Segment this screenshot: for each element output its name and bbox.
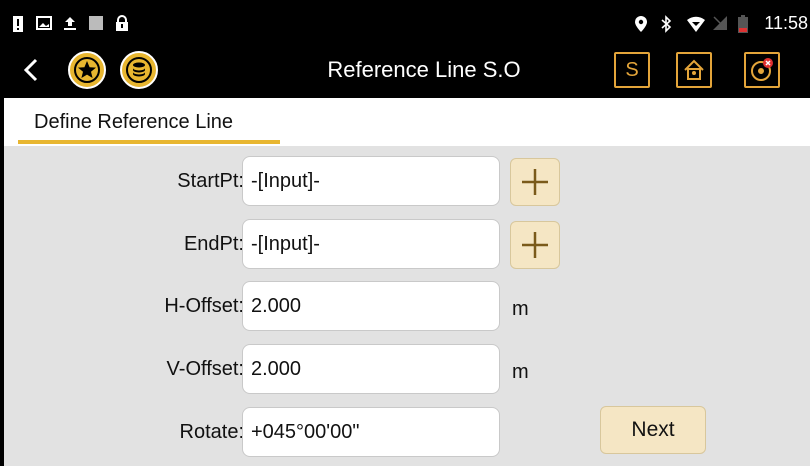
home-button[interactable] <box>676 52 712 88</box>
bluetooth-icon <box>660 15 676 33</box>
plus-icon <box>522 169 548 195</box>
alert-icon <box>10 15 26 32</box>
lock-icon <box>114 15 130 31</box>
page-title: Reference Line S.O <box>327 57 521 82</box>
image-icon <box>36 15 52 31</box>
target-button[interactable] <box>744 52 780 88</box>
chevron-left-icon <box>23 58 38 82</box>
target-icon <box>751 58 773 81</box>
v-offset-label: V-Offset: <box>166 358 244 380</box>
endpt-label: EndPt: <box>183 233 244 255</box>
v-offset-input[interactable]: 2.000 <box>242 344 500 394</box>
tab-define-reference-line[interactable]: Define Reference Line <box>18 98 280 146</box>
upload-icon <box>62 15 78 31</box>
s-button[interactable]: S <box>614 52 650 88</box>
endpt-add-button[interactable] <box>510 221 560 269</box>
square-icon <box>88 15 104 31</box>
battery-low-icon <box>738 15 754 33</box>
database-button[interactable] <box>120 51 158 89</box>
star-icon <box>74 57 100 83</box>
back-button[interactable] <box>18 54 46 86</box>
app-bar: Reference Line S.O S <box>4 42 810 98</box>
wifi-icon <box>686 15 706 32</box>
tab-strip: Define Reference Line <box>4 98 810 146</box>
location-icon <box>634 15 650 32</box>
v-offset-unit: m <box>512 361 529 383</box>
content-panel: Define Reference Line StartPt: -[Input]-… <box>4 98 810 466</box>
h-offset-input[interactable]: 2.000 <box>242 281 500 331</box>
clock: 11:58 <box>764 12 808 33</box>
tab-label: Define Reference Line <box>34 111 234 133</box>
h-offset-unit: m <box>512 298 529 320</box>
next-button-label: Next <box>631 418 675 441</box>
endpt-input[interactable]: -[Input]- <box>242 219 500 269</box>
rotate-label: Rotate: <box>179 421 244 443</box>
no-sim-icon <box>712 15 728 31</box>
rotate-input[interactable]: +045°00'00" <box>242 407 500 457</box>
next-button[interactable]: Next <box>600 406 706 454</box>
database-icon <box>126 57 152 83</box>
home-icon <box>684 59 704 80</box>
startpt-add-button[interactable] <box>510 158 560 206</box>
plus-icon <box>522 232 548 258</box>
startpt-label: StartPt: <box>177 170 244 192</box>
favorites-button[interactable] <box>68 51 106 89</box>
status-bar: 11:58 <box>4 4 810 42</box>
tab-active-indicator <box>18 140 280 144</box>
startpt-input[interactable]: -[Input]- <box>242 156 500 206</box>
screen: 11:58 Reference Line S.O S Define Refere… <box>0 0 810 466</box>
h-offset-label: H-Offset: <box>164 295 244 317</box>
s-button-label: S <box>625 58 639 81</box>
